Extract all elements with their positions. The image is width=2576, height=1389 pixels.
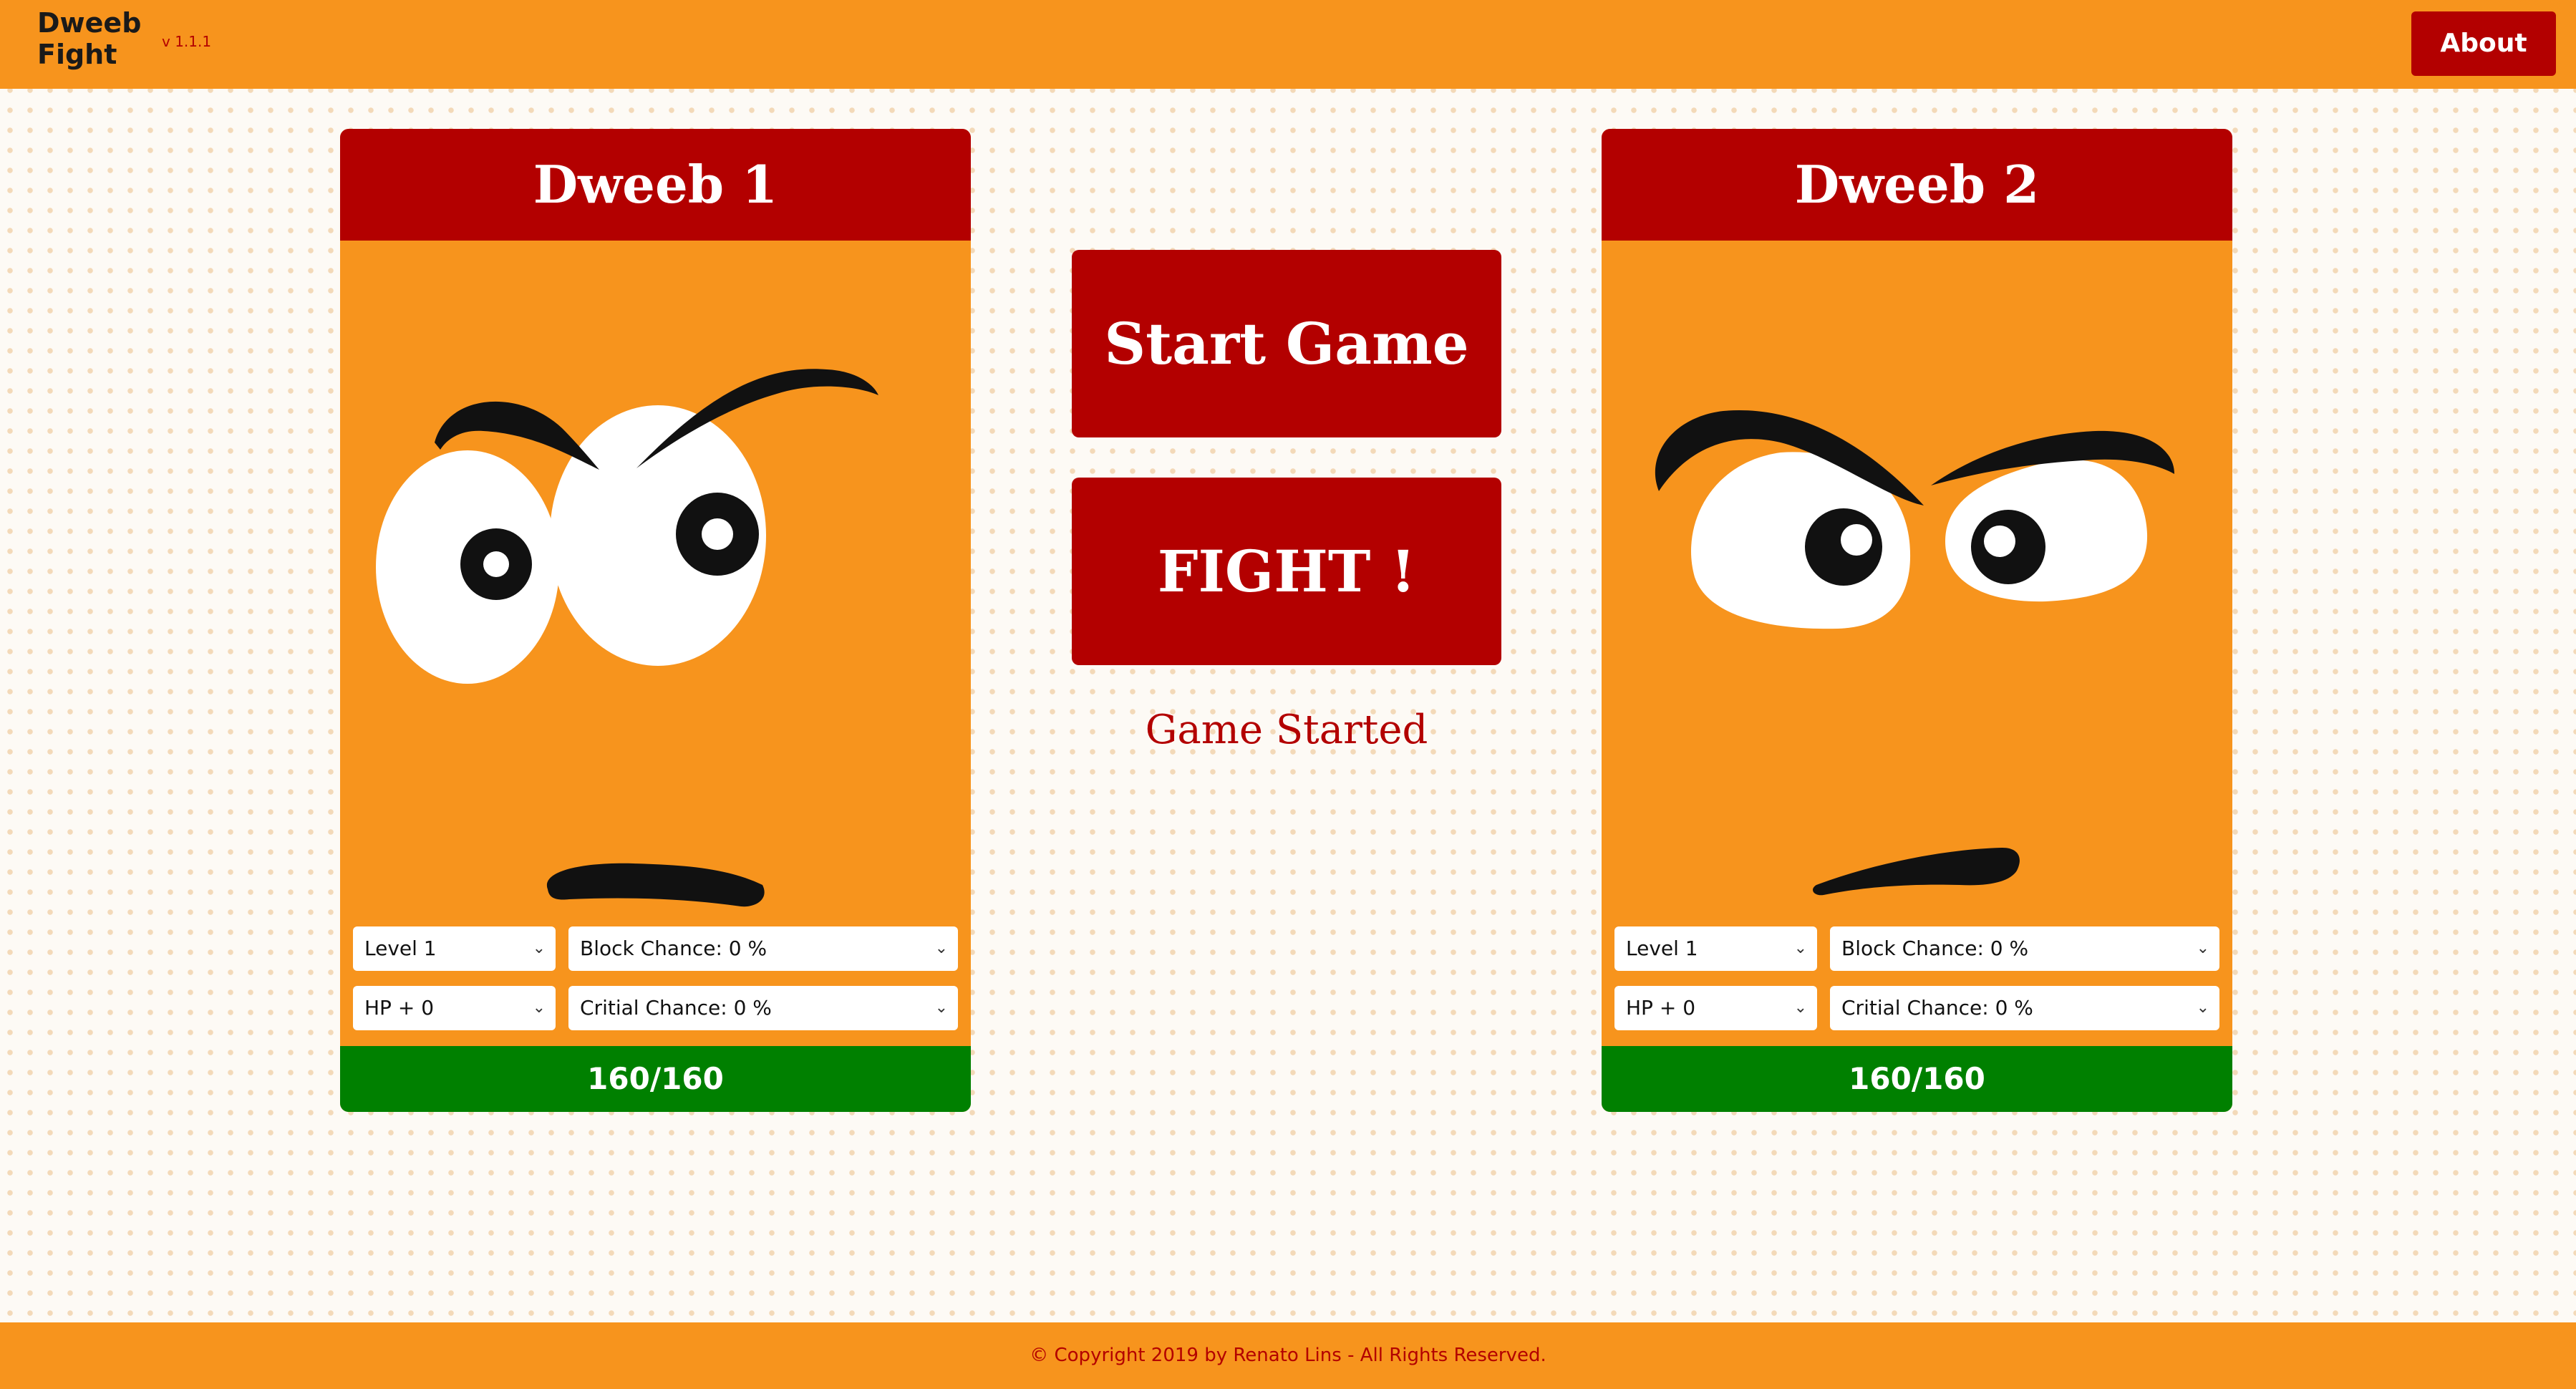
dweeb-1-hp-value: HP + 0 <box>364 996 435 1020</box>
chevron-down-icon: ⌄ <box>1793 999 1807 1017</box>
dweeb-1-crit-value: Critial Chance: 0 % <box>580 996 772 1020</box>
dweeb-2-mouth <box>1813 848 2020 896</box>
dweeb-2-hp-bar: 160/160 <box>1602 1046 2232 1112</box>
dweeb-2-hp-select[interactable]: HP + 0 ⌄ <box>1614 986 1817 1030</box>
dweeb-2-face <box>1655 410 2174 896</box>
dweeb-2-crit-value: Critial Chance: 0 % <box>1841 996 2033 1020</box>
chevron-down-icon: ⌄ <box>532 999 546 1017</box>
chevron-down-icon: ⌄ <box>934 999 948 1017</box>
dweeb-2-right-pupil-highlight <box>1984 526 2015 557</box>
chevron-down-icon: ⌄ <box>1793 939 1807 957</box>
dweeb-2-block-select[interactable]: Block Chance: 0 % ⌄ <box>1830 926 2219 971</box>
top-navbar: Dweeb Fight v 1.1.1 About <box>0 0 2576 89</box>
dweeb-2-title: Dweeb 2 <box>1602 129 2232 241</box>
chevron-down-icon: ⌄ <box>934 939 948 957</box>
chevron-down-icon: ⌄ <box>2196 999 2209 1017</box>
app-logo[interactable]: Dweeb Fight <box>37 7 141 70</box>
dweeb-2-card: Dweeb 2 Level 1 ⌄ Block Chance: 0 % ⌄ HP… <box>1602 129 2232 1112</box>
dweeb-1-hp-bar: 160/160 <box>340 1046 971 1112</box>
dweeb-2-left-pupil-highlight <box>1841 524 1872 556</box>
dweeb-2-hp-value: HP + 0 <box>1626 996 1696 1020</box>
dweeb-1-card: Dweeb 1 Level 1 ⌄ Block Chance: 0 % ⌄ HP… <box>340 129 971 1112</box>
version-label: v 1.1.1 <box>162 33 212 50</box>
dweeb-1-crit-select[interactable]: Critial Chance: 0 % ⌄ <box>568 986 958 1030</box>
footer: © Copyright 2019 by Renato Lins - All Ri… <box>0 1322 2576 1389</box>
dweeb-1-level-select[interactable]: Level 1 ⌄ <box>353 926 556 971</box>
dweeb-1-block-select[interactable]: Block Chance: 0 % ⌄ <box>568 926 958 971</box>
dweeb-2-level-select[interactable]: Level 1 ⌄ <box>1614 926 1817 971</box>
copyright-text: © Copyright 2019 by Renato Lins - All Ri… <box>1030 1345 1546 1366</box>
fight-button[interactable]: FIGHT ! <box>1072 478 1501 665</box>
chevron-down-icon: ⌄ <box>2196 939 2209 957</box>
start-game-button[interactable]: Start Game <box>1072 250 1501 437</box>
dweeb-1-mouth <box>546 863 765 907</box>
game-status-text: Game Started <box>1145 707 1428 753</box>
about-button[interactable]: About <box>2411 11 2556 76</box>
dweeb-1-right-pupil-highlight <box>702 518 733 550</box>
dweeb-1-title: Dweeb 1 <box>340 129 971 241</box>
dweeb-2-crit-select[interactable]: Critial Chance: 0 % ⌄ <box>1830 986 2219 1030</box>
dweeb-1-hp-select[interactable]: HP + 0 ⌄ <box>353 986 556 1030</box>
dweeb-1-left-pupil-highlight <box>483 551 509 577</box>
dweeb-1-face <box>376 369 878 907</box>
chevron-down-icon: ⌄ <box>532 939 546 957</box>
dweeb-1-level-value: Level 1 <box>364 937 437 960</box>
dweeb-2-level-value: Level 1 <box>1626 937 1698 960</box>
dweeb-1-block-value: Block Chance: 0 % <box>580 937 768 960</box>
dweeb-2-block-value: Block Chance: 0 % <box>1841 937 2029 960</box>
